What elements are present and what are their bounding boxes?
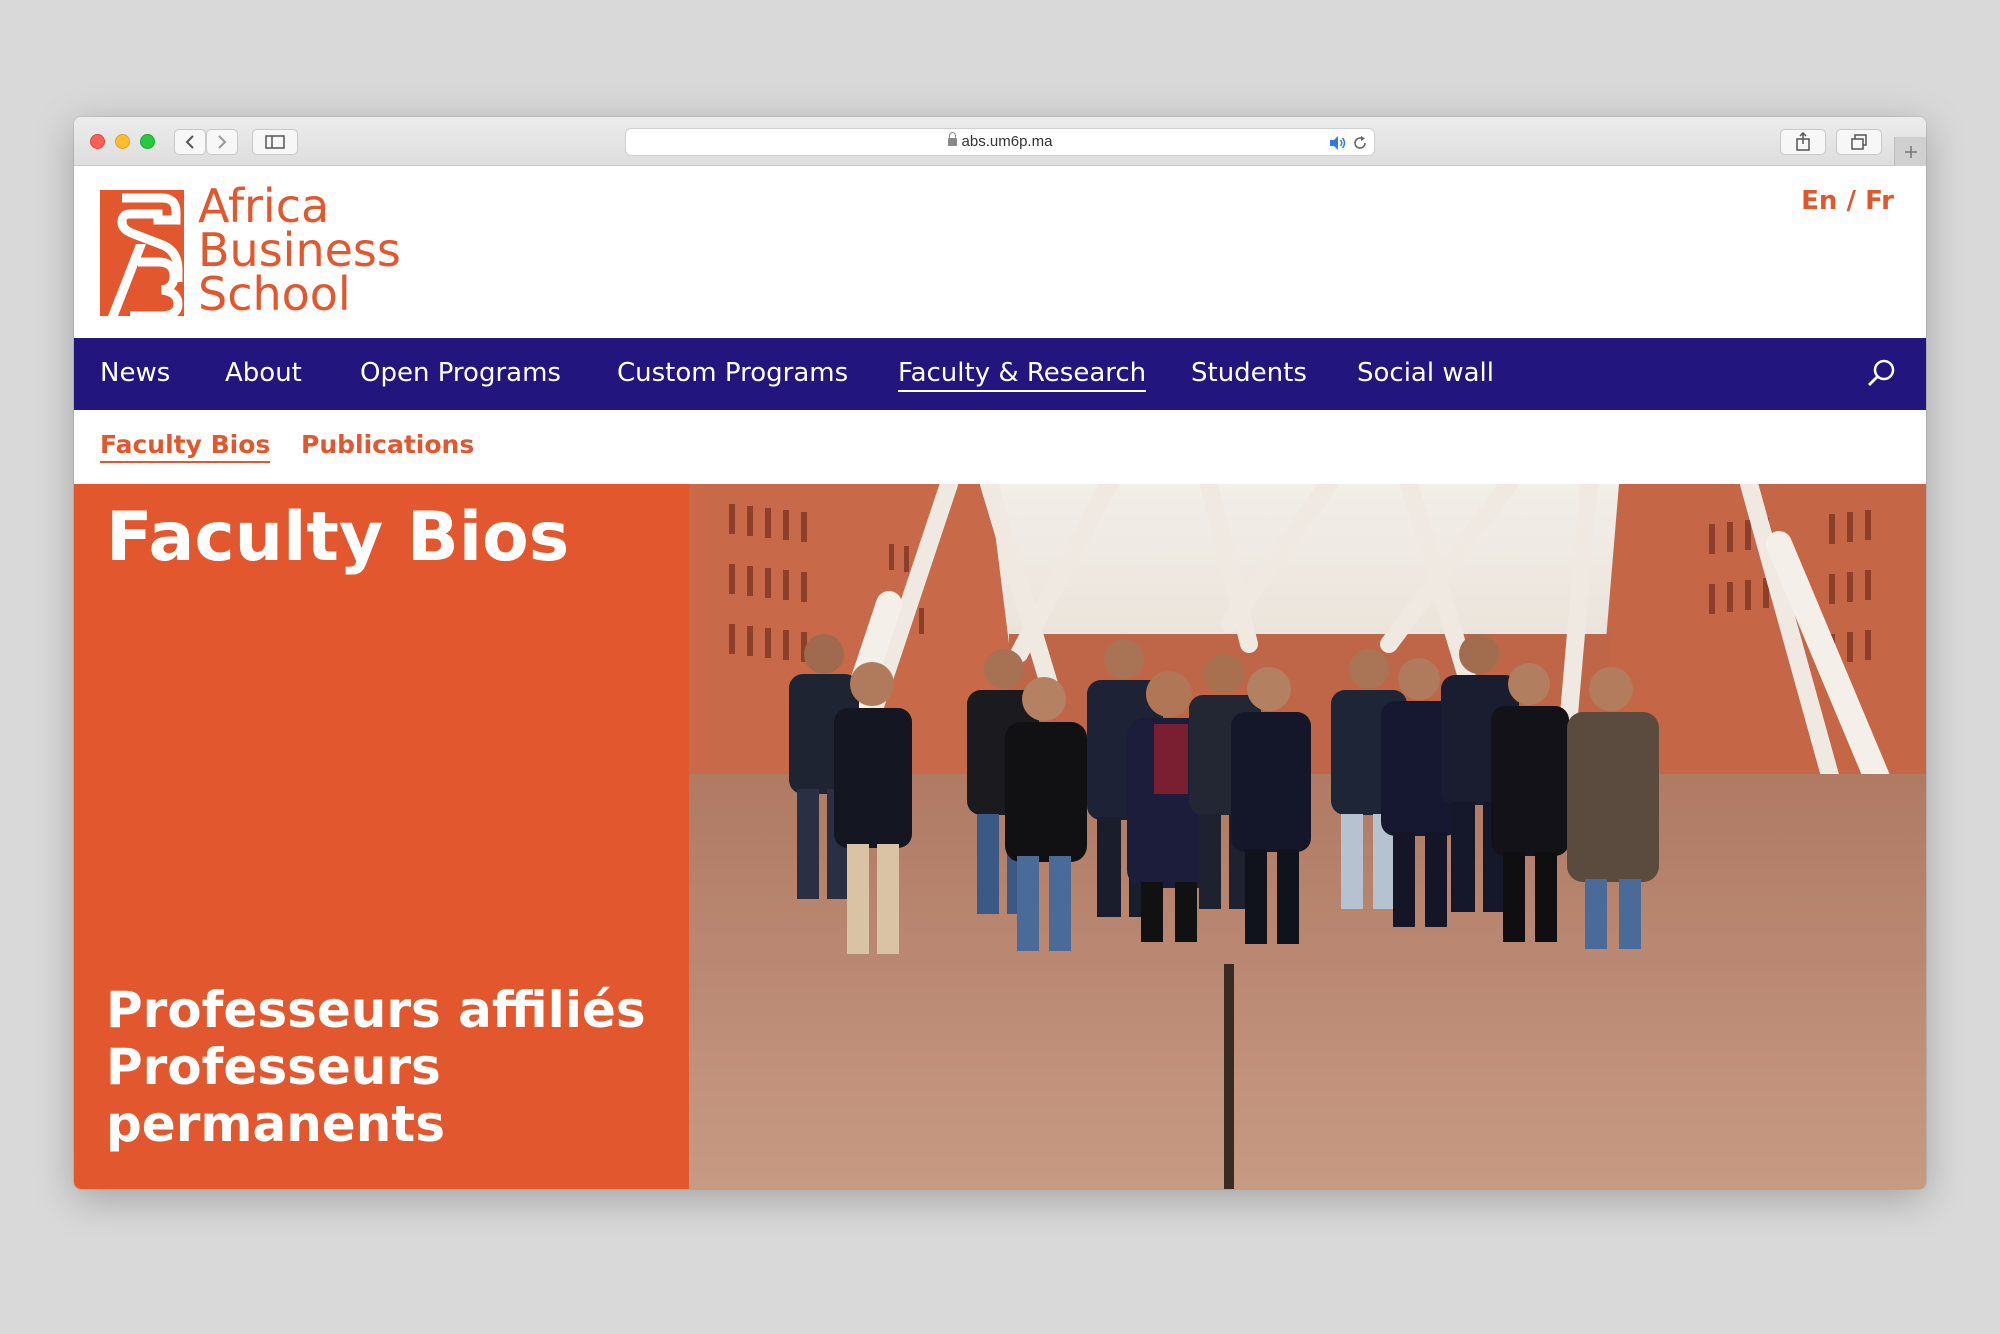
back-button[interactable] [174, 129, 206, 155]
nav-item-faculty-research[interactable]: Faculty & Research [898, 358, 1147, 392]
site-logo[interactable]: Africa Business School [100, 183, 401, 317]
sidebar-icon [265, 135, 285, 149]
browser-toolbar: abs.um6p.ma [74, 117, 1926, 166]
logo-line-3: School [198, 267, 351, 321]
link-professeurs-permanents-line-1: Professeurs [106, 1038, 441, 1096]
sidebar-button[interactable] [252, 129, 298, 155]
language-switcher: En / Fr [1801, 186, 1894, 216]
logo-mark [100, 190, 184, 316]
back-icon [185, 135, 194, 149]
link-professeurs-affilies[interactable]: Professeurs affiliés [106, 982, 646, 1039]
zoom-window-button[interactable] [140, 134, 155, 149]
nav-item-students[interactable]: Students [1191, 358, 1307, 388]
hero-section: Faculty Bios Professeurs affiliés Profes… [74, 484, 1926, 1189]
tabs-button[interactable] [1836, 129, 1882, 155]
tabs-icon [1851, 134, 1867, 150]
nav-item-social-wall[interactable]: Social wall [1357, 358, 1494, 388]
web-page: Africa Business School En / Fr News Abou… [74, 166, 1926, 1189]
forward-icon [218, 135, 227, 149]
lang-separator: / [1846, 186, 1857, 216]
lock-icon [947, 132, 957, 146]
url-display: abs.um6p.ma [626, 132, 1374, 150]
share-icon [1796, 132, 1810, 151]
new-tab-button[interactable] [1894, 137, 1926, 166]
subnav-item-faculty-bios[interactable]: Faculty Bios [100, 430, 271, 463]
lang-en-link[interactable]: En [1801, 186, 1837, 216]
faculty-group-photo [689, 484, 1926, 1189]
logo-line-1: Africa [198, 179, 330, 233]
faculty-category-links: Professeurs affiliés Professeurs permane… [106, 982, 646, 1153]
logo-wordmark: Africa Business School [198, 179, 401, 321]
subnav-item-publications[interactable]: Publications [301, 430, 474, 459]
lang-fr-link[interactable]: Fr [1865, 186, 1894, 216]
reload-icon[interactable] [1352, 135, 1368, 151]
nav-item-custom-programs[interactable]: Custom Programs [617, 358, 848, 388]
logo-line-2: Business [198, 223, 401, 277]
address-bar[interactable]: abs.um6p.ma [625, 128, 1375, 156]
link-professeurs-permanents-line-2: permanents [106, 1095, 445, 1153]
url-text: abs.um6p.ma [961, 133, 1053, 150]
nav-item-about[interactable]: About [225, 358, 302, 388]
main-nav: News About Open Programs Custom Programs… [74, 338, 1926, 410]
share-button[interactable] [1780, 129, 1826, 155]
close-window-button[interactable] [90, 134, 105, 149]
plus-icon [1905, 145, 1917, 158]
minimize-window-button[interactable] [115, 134, 130, 149]
nav-item-open-programs[interactable]: Open Programs [360, 358, 561, 388]
link-professeurs-permanents[interactable]: Professeurs permanents [106, 1039, 646, 1153]
forward-button[interactable] [206, 129, 238, 155]
browser-window: abs.um6p.ma Africa Business School En / … [74, 117, 1926, 1189]
hero-panel: Faculty Bios Professeurs affiliés Profes… [74, 484, 689, 1189]
speaker-icon[interactable] [1328, 135, 1348, 151]
nav-item-news[interactable]: News [100, 358, 170, 388]
search-icon[interactable] [1866, 358, 1896, 388]
site-header: Africa Business School En / Fr [74, 166, 1926, 338]
page-title: Faculty Bios [106, 498, 570, 577]
sub-nav: Faculty Bios Publications [74, 410, 1926, 484]
